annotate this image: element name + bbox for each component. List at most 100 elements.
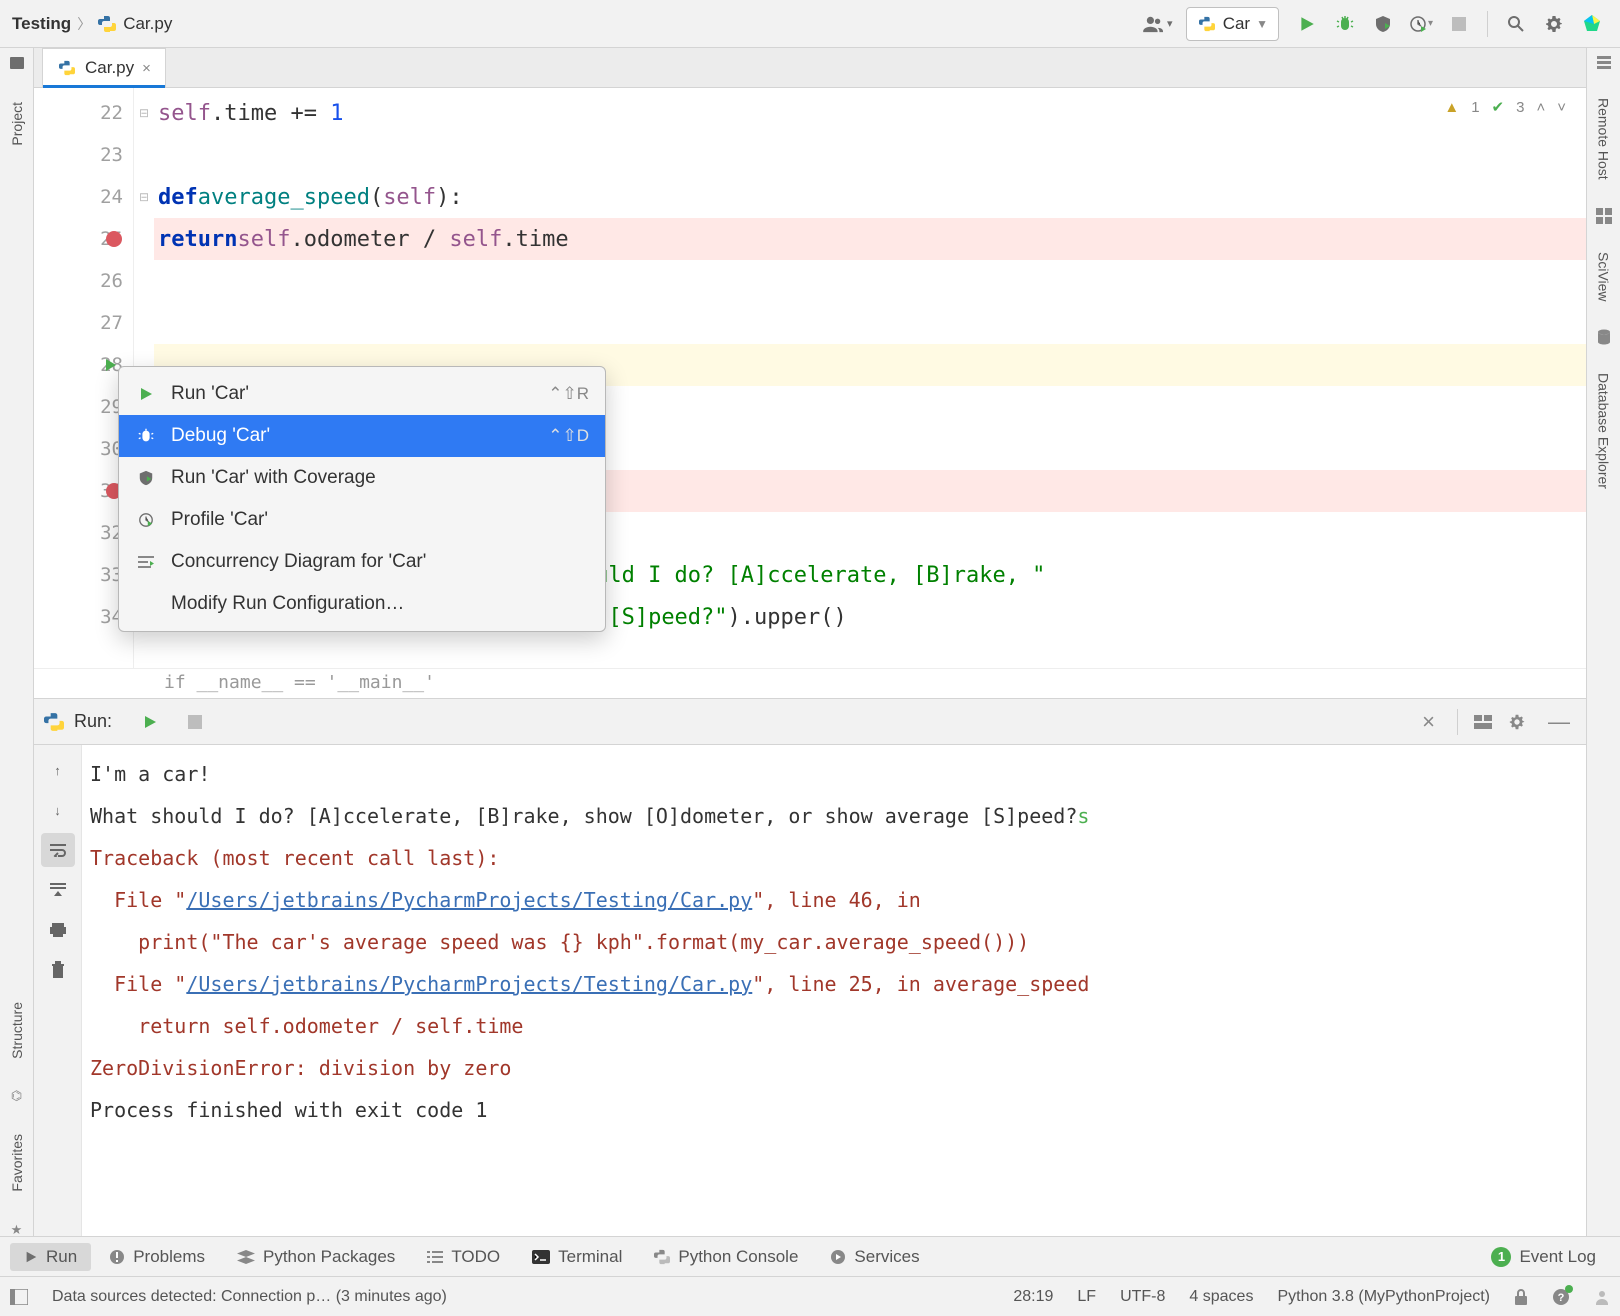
python-icon	[44, 712, 64, 732]
rail-sciview[interactable]: SciView	[1596, 252, 1612, 302]
profile-button[interactable]: ▾	[1405, 8, 1437, 40]
chevron-down-icon: ▼	[1256, 17, 1268, 31]
code-line[interactable]	[154, 302, 1586, 344]
toolstrip-todo[interactable]: TODO	[413, 1243, 514, 1271]
toolstrip-terminal[interactable]: Terminal	[518, 1243, 636, 1271]
structure-icon[interactable]: ⌬	[11, 1088, 22, 1104]
breadcrumb-project[interactable]: Testing	[12, 14, 71, 34]
toolstrip-services[interactable]: Services	[816, 1243, 933, 1271]
interpreter[interactable]: Python 3.8 (MyPythonProject)	[1277, 1288, 1490, 1306]
context-menu-item[interactable]: Run 'Car' with Coverage	[119, 457, 605, 499]
coverage-button[interactable]	[1367, 8, 1399, 40]
run-config-selector[interactable]: Car ▼	[1186, 7, 1279, 41]
file-link[interactable]: /Users/jetbrains/PycharmProjects/Testing…	[186, 888, 752, 912]
run-button[interactable]	[1291, 8, 1323, 40]
file-link[interactable]: /Users/jetbrains/PycharmProjects/Testing…	[186, 972, 752, 996]
rail-structure[interactable]: Structure	[9, 1002, 25, 1059]
status-message[interactable]: Data sources detected: Connection p… (3 …	[52, 1288, 447, 1306]
settings-icon[interactable]	[1538, 8, 1570, 40]
soft-wrap-icon[interactable]	[41, 833, 75, 867]
fold-marker[interactable]	[134, 134, 154, 176]
scroll-to-end-icon[interactable]	[41, 873, 75, 907]
crumb-text: if __name__ == '__main__'	[164, 672, 435, 693]
database-icon[interactable]	[1596, 329, 1612, 345]
context-menu-label: Run 'Car' with Coverage	[171, 467, 376, 489]
debug-button[interactable]	[1329, 8, 1361, 40]
context-menu-item[interactable]: Run 'Car'⌃⇧R	[119, 373, 605, 415]
fold-marker[interactable]: ⊟	[134, 176, 154, 218]
code-line[interactable]	[154, 134, 1586, 176]
line-number[interactable]: 26	[34, 260, 133, 302]
indent[interactable]: 4 spaces	[1189, 1288, 1253, 1306]
project-tool-icon[interactable]	[8, 54, 26, 72]
svg-text:?: ?	[1558, 1292, 1565, 1304]
line-number[interactable]: 22	[34, 92, 133, 134]
py-icon	[654, 1249, 670, 1265]
chevron-up-icon[interactable]: ˄	[1536, 99, 1545, 116]
print-icon[interactable]	[41, 913, 75, 947]
rail-favorites[interactable]: Favorites	[9, 1134, 25, 1192]
lock-icon[interactable]	[1514, 1289, 1528, 1305]
warning-icon: ▲	[1444, 99, 1459, 116]
toolstrip-problems[interactable]: Problems	[95, 1243, 219, 1271]
stop-button[interactable]	[188, 715, 202, 729]
file-tab[interactable]: Car.py ×	[42, 48, 166, 87]
show-tool-windows-icon[interactable]	[10, 1289, 28, 1305]
encoding[interactable]: UTF-8	[1120, 1288, 1165, 1306]
editor-crumb[interactable]: if __name__ == '__main__'	[34, 668, 1586, 696]
minimize-icon[interactable]: —	[1542, 709, 1576, 735]
search-icon[interactable]	[1500, 8, 1532, 40]
toolstrip-python-packages[interactable]: Python Packages	[223, 1243, 409, 1271]
output-line: Traceback (most recent call last):	[90, 837, 1578, 879]
rail-remote-host[interactable]: Remote Host	[1596, 98, 1612, 180]
line-number[interactable]: 27	[34, 302, 133, 344]
rail-database[interactable]: Database Explorer	[1596, 373, 1612, 489]
fold-marker[interactable]	[134, 260, 154, 302]
context-menu-item[interactable]: Concurrency Diagram for 'Car'	[119, 541, 605, 583]
remote-host-icon[interactable]	[1596, 54, 1612, 70]
up-icon[interactable]: ↑	[41, 753, 75, 787]
code-line[interactable]: return self.odometer / self.time	[154, 218, 1586, 260]
stop-button[interactable]	[1443, 8, 1475, 40]
context-menu-item[interactable]: Profile 'Car'	[119, 499, 605, 541]
trash-icon[interactable]	[41, 953, 75, 987]
context-menu-label: Concurrency Diagram for 'Car'	[171, 551, 426, 573]
toolstrip-python-console[interactable]: Python Console	[640, 1243, 812, 1271]
settings-icon[interactable]	[1502, 713, 1532, 731]
rerun-button[interactable]	[142, 714, 158, 730]
context-menu-item[interactable]: Debug 'Car'⌃⇧D	[119, 415, 605, 457]
run-icon	[24, 1250, 38, 1264]
notifications-icon[interactable]: ?	[1552, 1288, 1570, 1306]
line-number[interactable]: 23	[34, 134, 133, 176]
fold-marker[interactable]	[134, 218, 154, 260]
breakpoint-icon[interactable]	[106, 231, 122, 247]
line-ending[interactable]: LF	[1077, 1288, 1096, 1306]
down-icon[interactable]: ↓	[41, 793, 75, 827]
toolstrip-run[interactable]: Run	[10, 1243, 91, 1271]
jetbrains-icon[interactable]	[1576, 8, 1608, 40]
code-line[interactable]	[154, 260, 1586, 302]
fold-marker[interactable]	[134, 302, 154, 344]
caret-position[interactable]: 28:19	[1013, 1288, 1053, 1306]
breadcrumb[interactable]: Testing 〉 Car.py	[12, 14, 172, 34]
layout-icon[interactable]	[1474, 715, 1492, 729]
breadcrumb-file[interactable]: Car.py	[123, 14, 172, 34]
code-line[interactable]: def average_speed(self):	[154, 176, 1586, 218]
sciview-icon[interactable]	[1596, 208, 1612, 224]
close-icon[interactable]: ×	[1416, 709, 1441, 735]
users-icon[interactable]: ▾	[1142, 8, 1174, 40]
person-icon[interactable]	[1594, 1289, 1610, 1305]
inspection-hints[interactable]: ▲ 1 ✔ 3 ˄ ˅	[1444, 98, 1566, 116]
event-log-button[interactable]: 1 Event Log	[1477, 1243, 1610, 1271]
line-number[interactable]: 24	[34, 176, 133, 218]
chevron-down-icon[interactable]: ˅	[1557, 99, 1566, 116]
python-icon	[1197, 14, 1217, 34]
run-output[interactable]: I'm a car!What should I do? [A]ccelerate…	[82, 745, 1586, 1236]
rail-project[interactable]: Project	[9, 102, 25, 146]
code-line[interactable]: self.time += 1	[154, 92, 1586, 134]
context-menu-item[interactable]: Modify Run Configuration…	[119, 583, 605, 625]
line-number[interactable]: 25	[34, 218, 133, 260]
fold-marker[interactable]: ⊟	[134, 92, 154, 134]
run-gutter-icon[interactable]	[106, 359, 116, 371]
close-icon[interactable]: ×	[142, 60, 151, 77]
